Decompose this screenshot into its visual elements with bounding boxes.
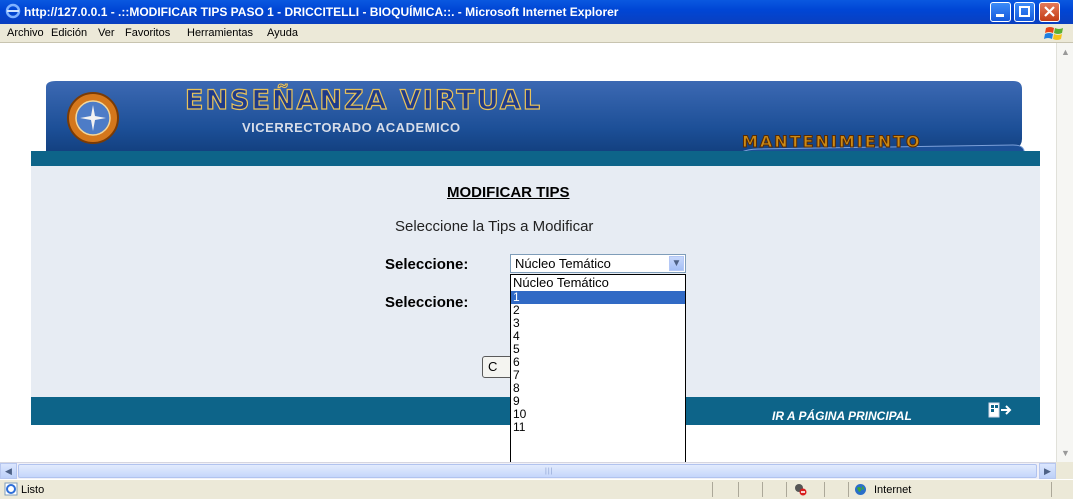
- menu-archivo[interactable]: Archivo: [7, 27, 44, 39]
- blocked-popup-icon[interactable]: [793, 482, 807, 496]
- scrollbar-thumb[interactable]: |||: [18, 464, 1037, 478]
- horizontal-scrollbar[interactable]: ◀ ||| ▶: [0, 462, 1056, 479]
- scrollbar-corner: [1056, 462, 1073, 479]
- menu-herramientas[interactable]: Herramientas: [187, 27, 253, 39]
- home-link[interactable]: IR A PÁGINA PRINCIPAL: [772, 409, 912, 423]
- banner-title: ENSEÑANZA VIRTUAL: [184, 84, 543, 116]
- maximize-icon: [1019, 6, 1030, 17]
- dropdown-option[interactable]: 4: [511, 330, 685, 343]
- scroll-up-icon[interactable]: ▲: [1058, 44, 1073, 60]
- menu-edicion[interactable]: Edición: [51, 27, 87, 39]
- status-divider: [1051, 482, 1052, 497]
- status-divider: [762, 482, 763, 497]
- scroll-left-icon[interactable]: ◀: [0, 463, 17, 479]
- page-done-icon: [4, 482, 18, 496]
- scroll-down-icon[interactable]: ▼: [1058, 445, 1073, 461]
- status-text: Listo: [21, 484, 45, 496]
- minimize-icon: [996, 14, 1004, 17]
- dropdown-option[interactable]: 9: [511, 395, 685, 408]
- select1-label: Seleccione:: [385, 256, 469, 273]
- chevron-down-icon[interactable]: ▼: [669, 256, 684, 271]
- exit-icon[interactable]: [987, 401, 1013, 419]
- university-seal-icon: [67, 92, 119, 144]
- select2-label: Seleccione:: [385, 294, 469, 311]
- dropdown-option-selected[interactable]: 1: [511, 291, 685, 304]
- dropdown-option[interactable]: 5: [511, 343, 685, 356]
- scroll-right-icon[interactable]: ▶: [1039, 463, 1056, 479]
- dropdown-option[interactable]: 6: [511, 356, 685, 369]
- security-zone-text: Internet: [874, 484, 912, 496]
- dropdown-option[interactable]: Núcleo Temático: [511, 275, 685, 291]
- dropdown-option[interactable]: 8: [511, 382, 685, 395]
- globe-icon: [855, 484, 866, 495]
- page-title: MODIFICAR TIPS: [447, 184, 570, 201]
- menu-ayuda[interactable]: Ayuda: [267, 27, 298, 39]
- nucleo-dropdown-list[interactable]: Núcleo Temático 1 2 3 4 5 6 7 8 9 10 11: [510, 274, 686, 462]
- instruction-text: Seleccione la Tips a Modificar: [395, 218, 594, 235]
- close-button[interactable]: [1039, 2, 1060, 22]
- section-title: MANTENIMIENTO: [742, 132, 922, 152]
- nucleo-select[interactable]: Núcleo Temático ▼: [510, 254, 686, 273]
- close-icon: [1044, 6, 1055, 17]
- dropdown-option[interactable]: 11: [511, 421, 685, 434]
- menu-ver[interactable]: Ver: [98, 27, 115, 39]
- windows-logo-icon: [1044, 27, 1063, 40]
- status-divider: [848, 482, 849, 497]
- status-divider: [712, 482, 713, 497]
- dropdown-option[interactable]: 2: [511, 304, 685, 317]
- dropdown-option[interactable]: 3: [511, 317, 685, 330]
- status-bar: Listo Internet: [0, 479, 1073, 499]
- dropdown-option[interactable]: 10: [511, 408, 685, 421]
- select1-value: Núcleo Temático: [515, 256, 611, 271]
- banner-subtitle: VICERRECTORADO ACADEMICO: [242, 120, 461, 135]
- vertical-scrollbar[interactable]: ▲ ▼: [1056, 43, 1073, 462]
- menu-bar: Archivo Edición Ver Favoritos Herramient…: [0, 24, 1073, 43]
- page-content: ENSEÑANZA VIRTUAL VICERRECTORADO ACADEMI…: [0, 43, 1056, 462]
- top-divider-bar: [31, 151, 1040, 166]
- minimize-button[interactable]: [990, 2, 1011, 22]
- scrollbar-grip-icon: |||: [545, 468, 554, 475]
- status-divider: [786, 482, 787, 497]
- status-divider: [824, 482, 825, 497]
- menu-favoritos[interactable]: Favoritos: [125, 27, 170, 39]
- window-title: http://127.0.0.1 - .::MODIFICAR TIPS PAS…: [24, 5, 619, 19]
- dropdown-option[interactable]: 7: [511, 369, 685, 382]
- status-divider: [738, 482, 739, 497]
- window-titlebar[interactable]: http://127.0.0.1 - .::MODIFICAR TIPS PAS…: [0, 0, 1073, 24]
- maximize-button[interactable]: [1014, 2, 1035, 22]
- ie-icon: [5, 3, 21, 19]
